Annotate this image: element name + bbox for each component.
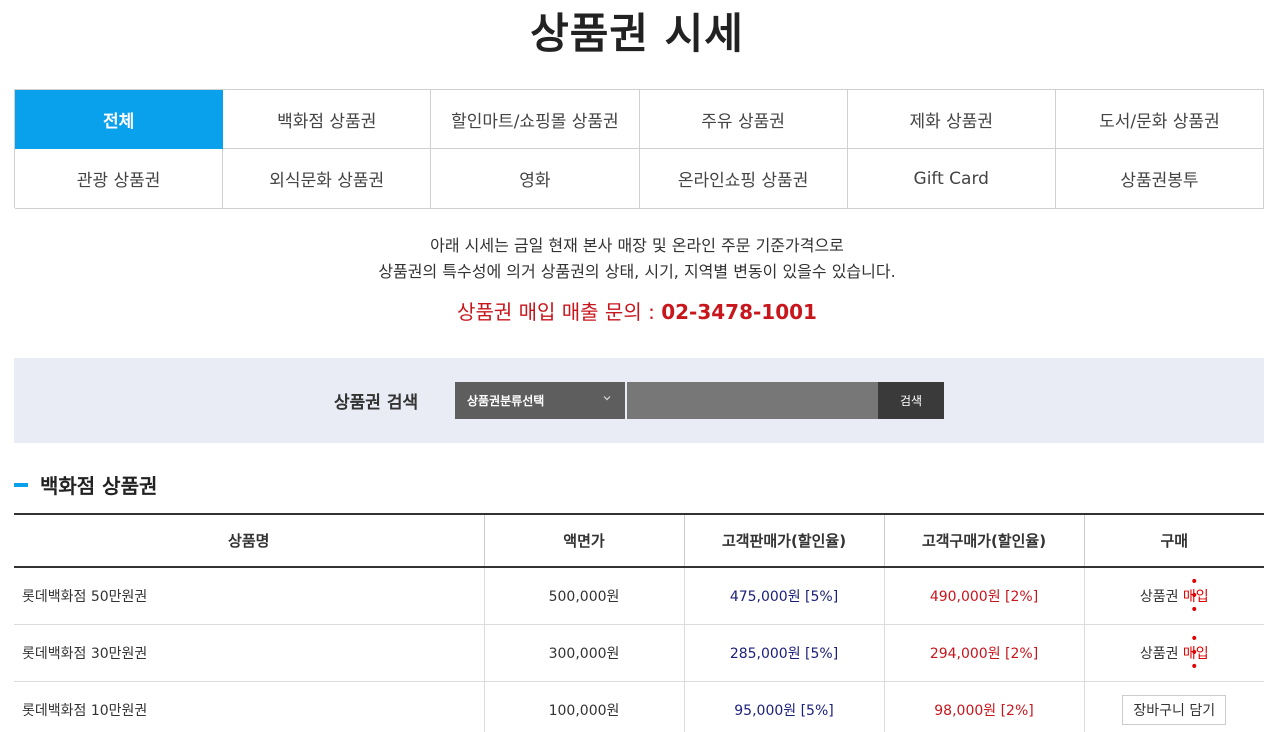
tab-envelope[interactable]: 상품권봉투 bbox=[1055, 149, 1264, 209]
price-table: 상품명 액면가 고객판매가(할인율) 고객구매가(할인율) 구매 롯데백화점 5… bbox=[14, 513, 1264, 732]
column-header-name: 상품명 bbox=[14, 513, 484, 568]
face-value: 300,000원 bbox=[483, 624, 684, 682]
sell-price: 95,000원 [5%] bbox=[683, 681, 884, 732]
sell-link-prefix: 상품권 bbox=[1139, 645, 1183, 662]
product-name: 롯데백화점 10만원권 bbox=[14, 681, 484, 732]
emphasis-dots: • • • bbox=[1190, 573, 1202, 618]
tab-shoes[interactable]: 제화 상품권 bbox=[847, 90, 1056, 149]
column-header-face-value: 액면가 bbox=[483, 513, 684, 568]
buy-price: 490,000원 [2%] bbox=[883, 567, 1084, 625]
purchase-cell: 상품권 • • • 매입 bbox=[1083, 624, 1264, 682]
sell-price: 475,000원 [5%] bbox=[683, 567, 884, 625]
tab-discount-mart[interactable]: 할인마트/쇼핑몰 상품권 bbox=[431, 90, 640, 149]
sell-price: 285,000원 [5%] bbox=[683, 624, 884, 682]
sell-to-us-link[interactable]: 상품권 • • • 매입 bbox=[1139, 632, 1209, 674]
sell-to-us-link[interactable]: 상품권 • • • 매입 bbox=[1139, 575, 1209, 617]
buy-price: 294,000원 [2%] bbox=[883, 624, 1084, 682]
tab-tourism[interactable]: 관광 상품권 bbox=[15, 149, 224, 209]
face-value: 500,000원 bbox=[483, 567, 684, 625]
section-title: 백화점 상품권 bbox=[14, 470, 157, 499]
product-name: 롯데백화점 30만원권 bbox=[14, 624, 484, 682]
tab-all[interactable]: 전체 bbox=[15, 90, 224, 149]
tab-gift-card[interactable]: Gift Card bbox=[847, 149, 1056, 209]
purchase-cell: 장바구니 담기 bbox=[1083, 681, 1264, 732]
column-header-purchase: 구매 bbox=[1083, 513, 1264, 568]
tab-gas[interactable]: 주유 상품권 bbox=[639, 90, 848, 149]
price-notice: 아래 시세는 금일 현재 본사 매장 및 온라인 주문 기준가격으로 상품권의 … bbox=[0, 233, 1274, 285]
purchase-cell: 상품권 • • • 매입 bbox=[1083, 567, 1264, 625]
page-title: 상품권 시세 bbox=[530, 9, 744, 58]
category-select-value: 상품권분류선택 bbox=[467, 394, 545, 408]
search-bar: 상품권 검색 상품권분류선택 검색 bbox=[14, 358, 1264, 443]
table-row: 롯데백화점 30만원권 300,000원 285,000원 [5%] 294,0… bbox=[14, 624, 1264, 682]
search-label: 상품권 검색 bbox=[334, 393, 419, 413]
sell-link-emphasis: • • • 매입 bbox=[1183, 632, 1209, 674]
search-button[interactable]: 검색 bbox=[878, 382, 944, 419]
sell-link-emphasis: • • • 매입 bbox=[1183, 575, 1209, 617]
tab-books-culture[interactable]: 도서/문화 상품권 bbox=[1055, 90, 1264, 149]
tab-online-shopping[interactable]: 온라인쇼핑 상품권 bbox=[639, 149, 848, 209]
category-tabs: 전체 백화점 상품권 할인마트/쇼핑몰 상품권 주유 상품권 제화 상품권 도서… bbox=[14, 89, 1264, 209]
buy-price: 98,000원 [2%] bbox=[883, 681, 1084, 732]
table-row: 롯데백화점 10만원권 100,000원 95,000원 [5%] 98,000… bbox=[14, 681, 1264, 732]
tab-dining[interactable]: 외식문화 상품권 bbox=[223, 149, 432, 209]
emphasis-dots: • • • bbox=[1190, 630, 1202, 675]
category-select[interactable]: 상품권분류선택 bbox=[455, 382, 625, 419]
search-input[interactable] bbox=[627, 382, 878, 419]
product-name: 롯데백화점 50만원권 bbox=[14, 567, 484, 625]
section-title-text: 백화점 상품권 bbox=[40, 474, 158, 498]
inquiry-contact: 상품권 매입 매출 문의 : 02-3478-1001 bbox=[0, 297, 1274, 327]
notice-line-1: 아래 시세는 금일 현재 본사 매장 및 온라인 주문 기준가격으로 bbox=[430, 236, 844, 255]
notice-line-2: 상품권의 특수성에 의거 상품권의 상태, 시기, 지역별 변동이 있을수 있습… bbox=[378, 262, 896, 281]
column-header-sell-price: 고객판매가(할인율) bbox=[683, 513, 884, 568]
chevron-down-icon bbox=[603, 396, 611, 401]
add-to-cart-button[interactable]: 장바구니 담기 bbox=[1122, 694, 1227, 725]
inquiry-label: 상품권 매입 매출 문의 : bbox=[457, 300, 662, 324]
face-value: 100,000원 bbox=[483, 681, 684, 732]
column-header-buy-price: 고객구매가(할인율) bbox=[883, 513, 1084, 568]
section-title-bar bbox=[14, 482, 28, 487]
table-header-row: 상품명 액면가 고객판매가(할인율) 고객구매가(할인율) 구매 bbox=[14, 513, 1264, 568]
tab-department-store[interactable]: 백화점 상품권 bbox=[223, 90, 432, 149]
sell-link-prefix: 상품권 bbox=[1139, 588, 1183, 605]
table-row: 롯데백화점 50만원권 500,000원 475,000원 [5%] 490,0… bbox=[14, 567, 1264, 625]
inquiry-phone: 02-3478-1001 bbox=[661, 300, 817, 324]
tab-movie[interactable]: 영화 bbox=[431, 149, 640, 209]
